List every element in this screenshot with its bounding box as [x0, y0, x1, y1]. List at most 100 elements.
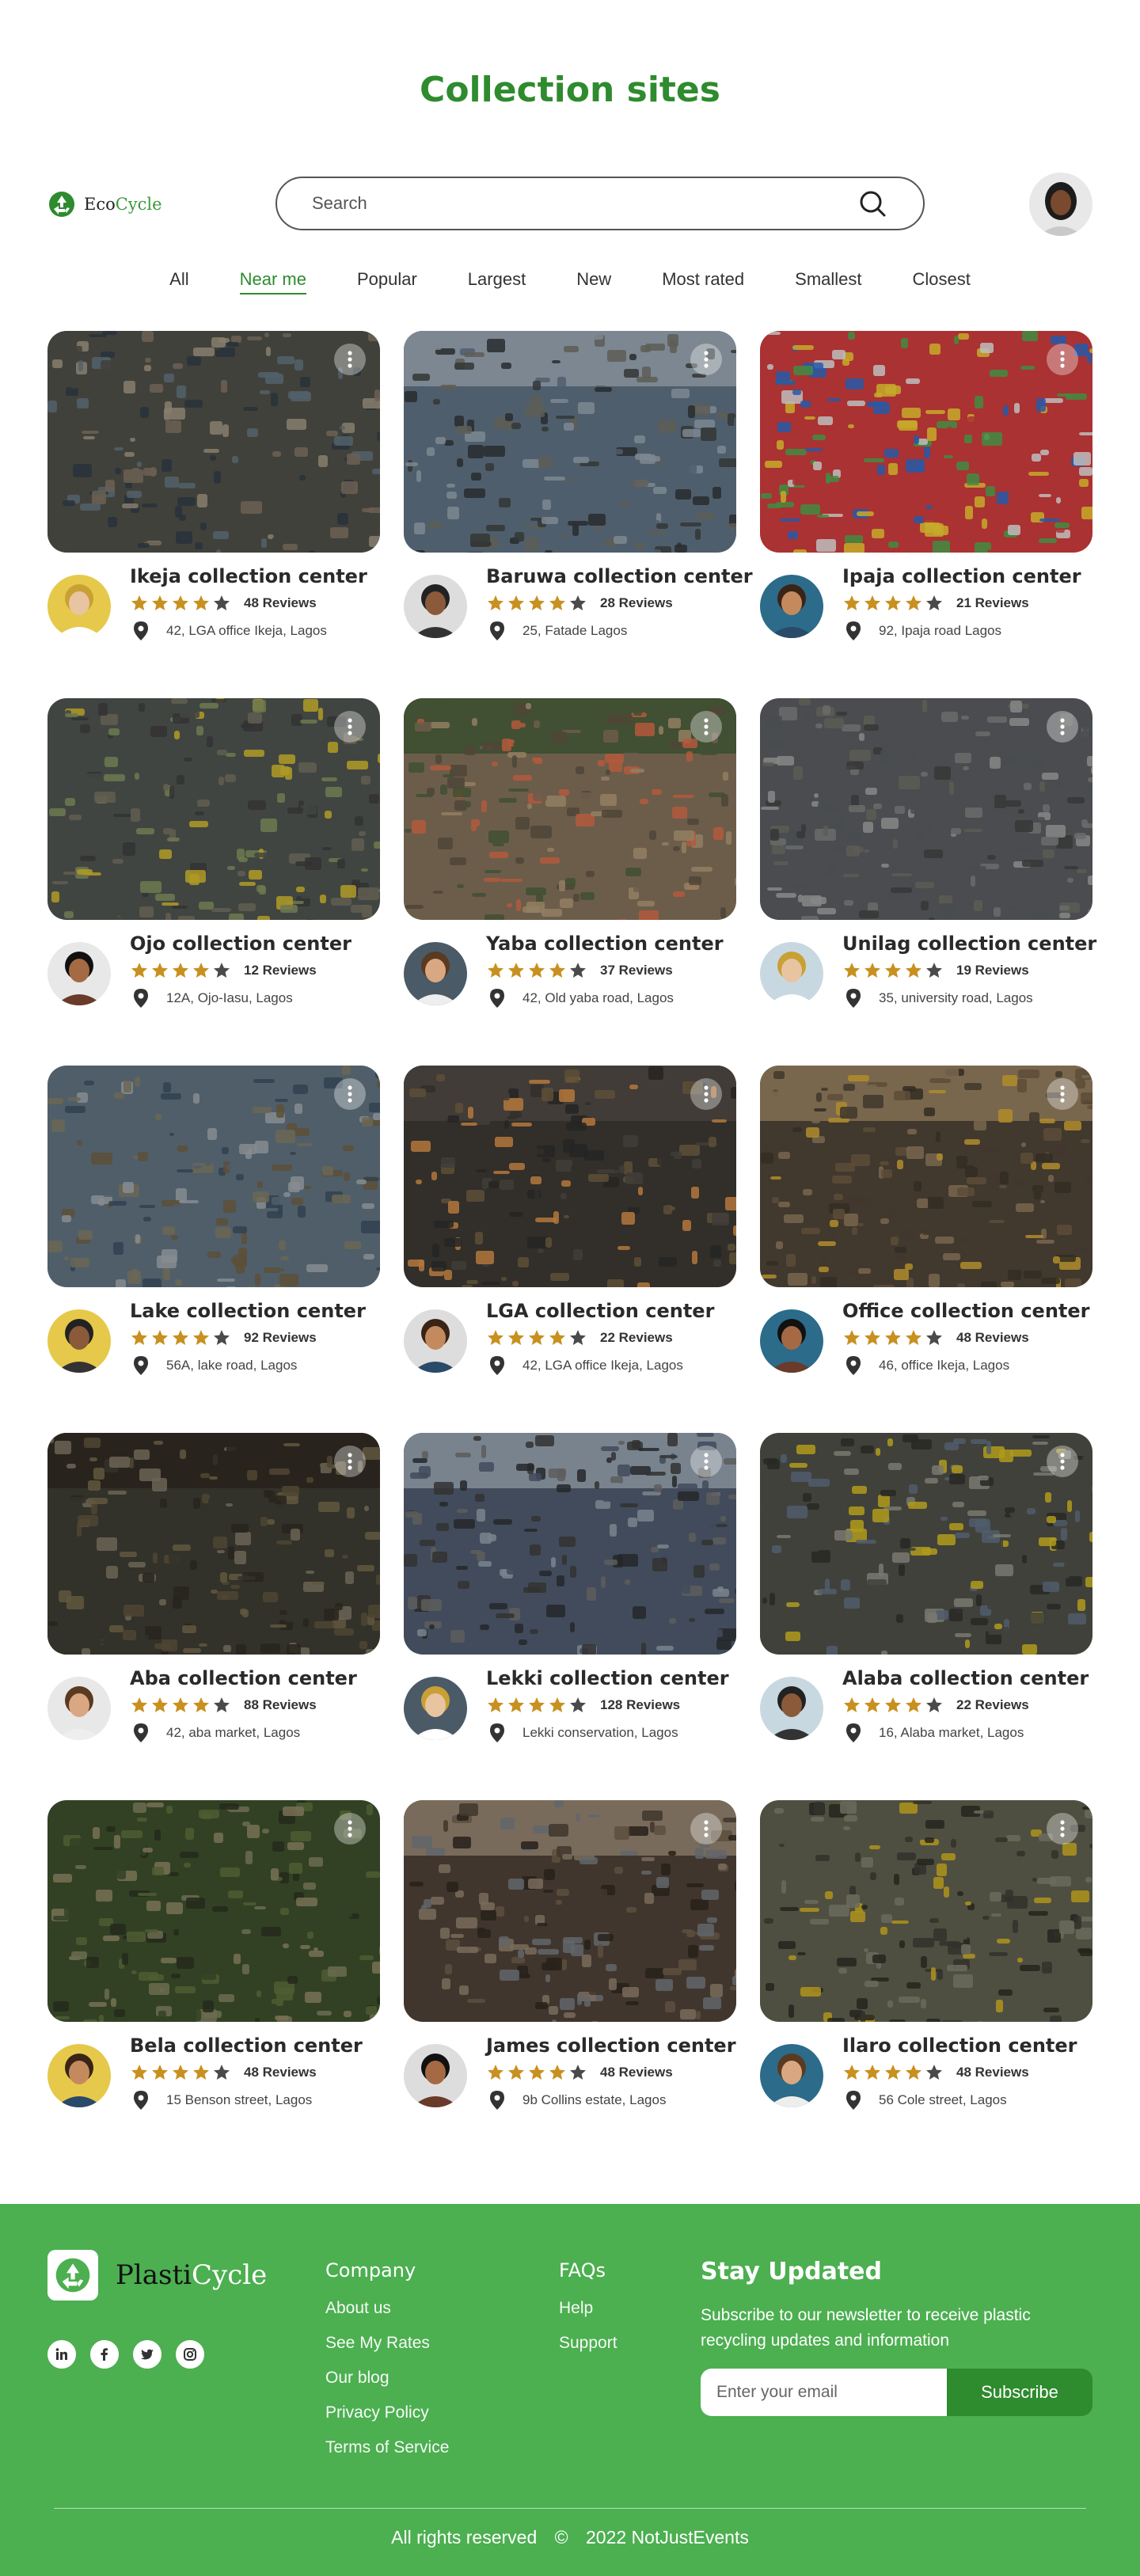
- site-name[interactable]: Lekki collection center: [486, 1667, 729, 1689]
- tab-all[interactable]: All: [144, 269, 214, 290]
- site-card[interactable]: Unilag collection center 19 Reviews 35, …: [760, 698, 1096, 1023]
- site-photo[interactable]: [760, 1433, 1092, 1655]
- site-photo[interactable]: [48, 1433, 380, 1655]
- more-options-icon[interactable]: [334, 1446, 366, 1477]
- owner-avatar[interactable]: [404, 575, 467, 638]
- site-photo[interactable]: [760, 331, 1092, 553]
- site-name[interactable]: Unilag collection center: [842, 933, 1096, 955]
- owner-avatar[interactable]: [48, 942, 111, 1005]
- owner-avatar[interactable]: [760, 1677, 823, 1740]
- tab-popular[interactable]: Popular: [332, 269, 443, 290]
- site-photo[interactable]: [48, 1066, 380, 1287]
- more-options-icon[interactable]: [690, 1813, 722, 1845]
- review-count[interactable]: 88 Reviews: [244, 1697, 317, 1713]
- more-options-icon[interactable]: [1047, 344, 1078, 375]
- site-name[interactable]: Alaba collection center: [842, 1667, 1089, 1689]
- review-count[interactable]: 48 Reviews: [244, 2065, 317, 2080]
- ecocycle-logo[interactable]: EcoCycle: [48, 190, 162, 218]
- site-card[interactable]: Lekki collection center 128 Reviews Lekk…: [404, 1433, 736, 1757]
- site-card[interactable]: Ojo collection center 12 Reviews 12A, Oj…: [48, 698, 380, 1023]
- owner-avatar[interactable]: [48, 575, 111, 638]
- facebook-icon[interactable]: [90, 2340, 119, 2369]
- review-count[interactable]: 28 Reviews: [600, 595, 673, 611]
- more-options-icon[interactable]: [334, 1813, 366, 1845]
- site-photo[interactable]: [404, 1066, 736, 1287]
- more-options-icon[interactable]: [1047, 1078, 1078, 1110]
- site-card[interactable]: Yaba collection center 37 Reviews 42, Ol…: [404, 698, 736, 1023]
- site-name[interactable]: Ipaja collection center: [842, 565, 1081, 587]
- review-count[interactable]: 92 Reviews: [244, 1330, 317, 1346]
- more-options-icon[interactable]: [334, 344, 366, 375]
- owner-avatar[interactable]: [48, 1309, 111, 1373]
- more-options-icon[interactable]: [690, 344, 722, 375]
- footer-link-privacy[interactable]: Privacy Policy: [325, 2403, 449, 2422]
- site-card[interactable]: James collection center 48 Reviews 9b Co…: [404, 1800, 736, 2125]
- site-card[interactable]: Baruwa collection center 28 Reviews 25, …: [404, 331, 753, 655]
- site-name[interactable]: Yaba collection center: [486, 933, 724, 955]
- site-photo[interactable]: [404, 1433, 736, 1655]
- owner-avatar[interactable]: [404, 942, 467, 1005]
- site-name[interactable]: Bela collection center: [130, 2035, 363, 2057]
- owner-avatar[interactable]: [404, 1309, 467, 1373]
- site-photo[interactable]: [760, 698, 1092, 920]
- site-photo[interactable]: [48, 1800, 380, 2022]
- review-count[interactable]: 37 Reviews: [600, 963, 673, 978]
- site-name[interactable]: Baruwa collection center: [486, 565, 753, 587]
- site-card[interactable]: Bela collection center 48 Reviews 15 Ben…: [48, 1800, 380, 2125]
- site-card[interactable]: LGA collection center 22 Reviews 42, LGA…: [404, 1066, 736, 1390]
- tab-smallest[interactable]: Smallest: [770, 269, 887, 290]
- user-avatar[interactable]: [1029, 173, 1092, 236]
- review-count[interactable]: 19 Reviews: [956, 963, 1029, 978]
- tab-closest[interactable]: Closest: [887, 269, 996, 290]
- tab-most-rated[interactable]: Most rated: [636, 269, 770, 290]
- footer-link-help[interactable]: Help: [559, 2299, 618, 2318]
- footer-link-blog[interactable]: Our blog: [325, 2369, 449, 2388]
- more-options-icon[interactable]: [690, 711, 722, 743]
- footer-link-support[interactable]: Support: [559, 2334, 618, 2353]
- review-count[interactable]: 12 Reviews: [244, 963, 317, 978]
- site-card[interactable]: Ikeja collection center 48 Reviews 42, L…: [48, 331, 380, 655]
- site-photo[interactable]: [48, 331, 380, 553]
- owner-avatar[interactable]: [760, 575, 823, 638]
- owner-avatar[interactable]: [760, 2044, 823, 2107]
- linkedin-icon[interactable]: [48, 2340, 76, 2369]
- site-card[interactable]: Lake collection center 92 Reviews 56A, l…: [48, 1066, 380, 1390]
- site-name[interactable]: Aba collection center: [130, 1667, 357, 1689]
- review-count[interactable]: 22 Reviews: [600, 1330, 673, 1346]
- site-name[interactable]: Lake collection center: [130, 1300, 366, 1322]
- more-options-icon[interactable]: [334, 711, 366, 743]
- footer-link-rates[interactable]: See My Rates: [325, 2334, 449, 2353]
- site-card[interactable]: Ilaro collection center 48 Reviews 56 Co…: [760, 1800, 1092, 2125]
- search-bar[interactable]: [276, 177, 925, 230]
- more-options-icon[interactable]: [690, 1446, 722, 1477]
- more-options-icon[interactable]: [690, 1078, 722, 1110]
- review-count[interactable]: 22 Reviews: [956, 1697, 1029, 1713]
- owner-avatar[interactable]: [48, 1677, 111, 1740]
- site-name[interactable]: Ilaro collection center: [842, 2035, 1077, 2057]
- instagram-icon[interactable]: [176, 2340, 204, 2369]
- owner-avatar[interactable]: [760, 942, 823, 1005]
- site-name[interactable]: LGA collection center: [486, 1300, 714, 1322]
- more-options-icon[interactable]: [334, 1078, 366, 1110]
- search-icon[interactable]: [857, 188, 888, 219]
- review-count[interactable]: 48 Reviews: [244, 595, 317, 611]
- site-card[interactable]: Aba collection center 88 Reviews 42, aba…: [48, 1433, 380, 1757]
- review-count[interactable]: 128 Reviews: [600, 1697, 680, 1713]
- plasticycle-logo[interactable]: PlastiCycle: [48, 2250, 267, 2301]
- site-name[interactable]: Ojo collection center: [130, 933, 352, 955]
- site-photo[interactable]: [760, 1800, 1092, 2022]
- site-photo[interactable]: [760, 1066, 1092, 1287]
- tab-new[interactable]: New: [551, 269, 636, 290]
- review-count[interactable]: 21 Reviews: [956, 595, 1029, 611]
- search-input[interactable]: [312, 193, 857, 214]
- owner-avatar[interactable]: [760, 1309, 823, 1373]
- footer-link-about[interactable]: About us: [325, 2299, 449, 2318]
- subscribe-button[interactable]: Subscribe: [947, 2369, 1092, 2416]
- tab-near-me[interactable]: Near me: [215, 269, 332, 294]
- twitter-icon[interactable]: [133, 2340, 162, 2369]
- site-photo[interactable]: [404, 331, 736, 553]
- site-photo[interactable]: [404, 698, 736, 920]
- review-count[interactable]: 48 Reviews: [600, 2065, 673, 2080]
- more-options-icon[interactable]: [1047, 1813, 1078, 1845]
- site-photo[interactable]: [404, 1800, 736, 2022]
